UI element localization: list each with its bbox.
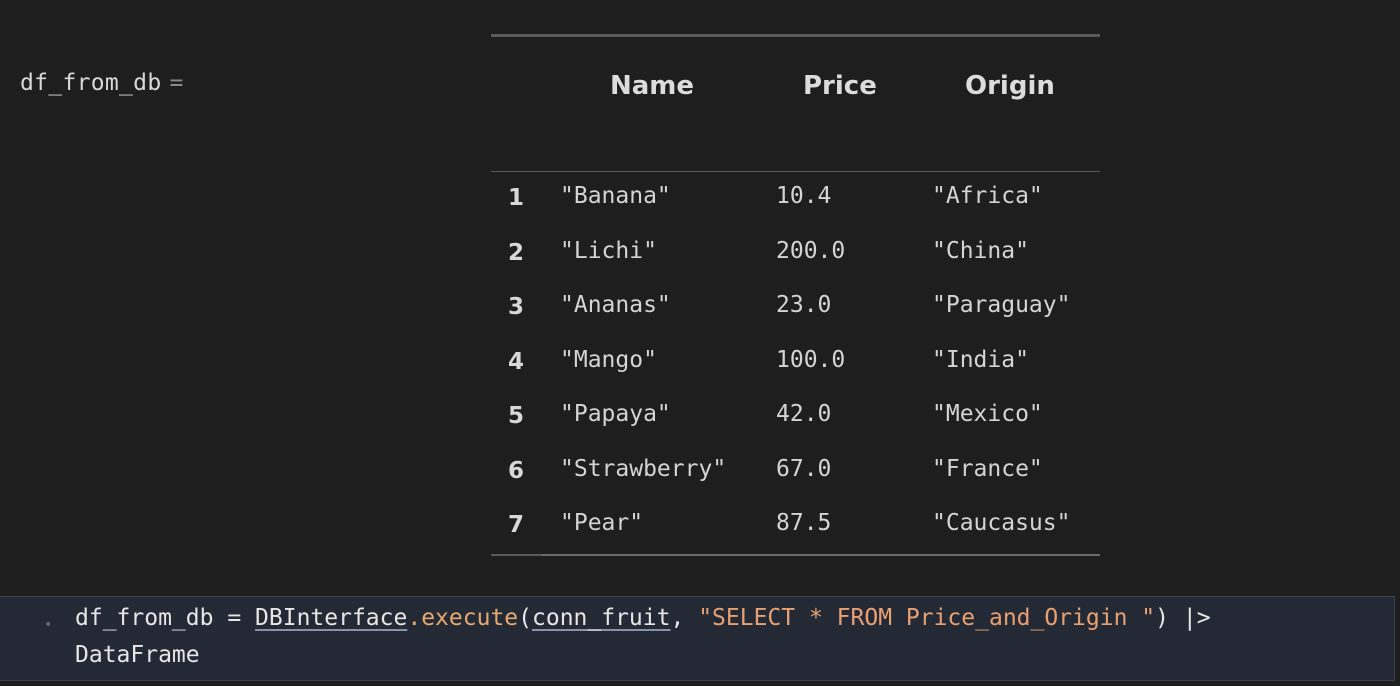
code-open-paren: ( <box>518 605 532 631</box>
cell-name: "Strawberry" <box>560 455 727 482</box>
table-row: 6 "Strawberry" 67.0 "France" <box>491 445 1100 500</box>
row-index: 5 <box>508 403 525 429</box>
code-query-string: "SELECT * FROM Price_and_Origin " <box>698 605 1156 631</box>
cell-price: 67.0 <box>776 455 832 482</box>
row-index: 4 <box>508 348 525 375</box>
table-bottom-rule-left <box>491 553 542 556</box>
code-pipe: |> <box>1169 605 1211 631</box>
cell-name: "Papaya" <box>560 401 671 427</box>
column-header-origin: Origin <box>965 71 1055 101</box>
column-header-name: Name <box>610 71 695 101</box>
row-index: 6 <box>508 457 525 484</box>
cell-origin: "China" <box>932 237 1029 264</box>
table-body: 1 "Banana" 10.4 "Africa" 2 "Lichi" 200.0 "China… <box>491 172 1100 554</box>
table-row: 5 "Papaya" 42.0 "Mexico" <box>491 390 1100 445</box>
cell-price: 42.0 <box>776 401 832 427</box>
cell-price: 100.0 <box>776 346 846 373</box>
cell-origin: "India" <box>932 346 1029 373</box>
code-line-1[interactable]: df_from_db = DBInterface.execute(conn_fr… <box>75 605 1211 631</box>
cell-origin: "Caucasus" <box>932 510 1071 536</box>
table-bottom-rule <box>542 553 1100 556</box>
cell-price: 23.0 <box>776 292 832 318</box>
cell-origin: "Paraguay" <box>932 292 1071 318</box>
table-row: 4 "Mango" 100.0 "India" <box>491 336 1100 391</box>
dataframe-table: Name Price Origin 1 "Banana" 10.4 "Africa" 2… <box>491 34 1100 557</box>
code-function: .execute <box>407 605 519 631</box>
code-cell[interactable]: • df_from_db = DBInterface.execute(conn_… <box>0 596 1395 681</box>
code-arg-connection[interactable]: conn_fruit <box>532 605 670 631</box>
output-variable-name: df_from_db <box>20 70 162 96</box>
code-close-paren: ) <box>1155 605 1170 631</box>
output-label: df_from_db = <box>20 70 184 96</box>
row-index: 2 <box>508 239 525 266</box>
cell-price: 10.4 <box>776 183 832 209</box>
output-equals: = <box>169 70 184 96</box>
table-row: 3 "Ananas" 23.0 "Paraguay" <box>491 281 1100 336</box>
cell-name: "Pear" <box>560 510 644 536</box>
code-assign: = <box>213 605 256 631</box>
cell-price: 87.5 <box>776 510 832 536</box>
row-index: 1 <box>508 185 525 211</box>
cell-name: "Mango" <box>560 346 657 373</box>
cell-bullet-icon[interactable]: • <box>44 617 52 633</box>
code-comma: , <box>670 605 699 631</box>
code-variable: df_from_db <box>75 605 214 631</box>
cell-origin: "Africa" <box>932 183 1043 209</box>
table-row: 7 "Pear" 87.5 "Caucasus" <box>491 499 1100 554</box>
column-header-price: Price <box>803 71 877 101</box>
cell-price: 200.0 <box>776 237 846 264</box>
code-line-2[interactable]: DataFrame <box>75 642 200 668</box>
table-row: 1 "Banana" 10.4 "Africa" <box>491 172 1100 227</box>
cell-origin: "France" <box>932 455 1043 482</box>
cell-name: "Ananas" <box>560 292 671 318</box>
code-module[interactable]: DBInterface <box>255 605 407 631</box>
table-row: 2 "Lichi" 200.0 "China" <box>491 227 1100 282</box>
table-header: Name Price Origin <box>491 37 1100 172</box>
cell-name: "Lichi" <box>560 237 657 264</box>
row-index: 7 <box>508 512 525 538</box>
cell-name: "Banana" <box>560 183 671 209</box>
row-index: 3 <box>508 294 525 320</box>
cell-origin: "Mexico" <box>932 401 1043 427</box>
